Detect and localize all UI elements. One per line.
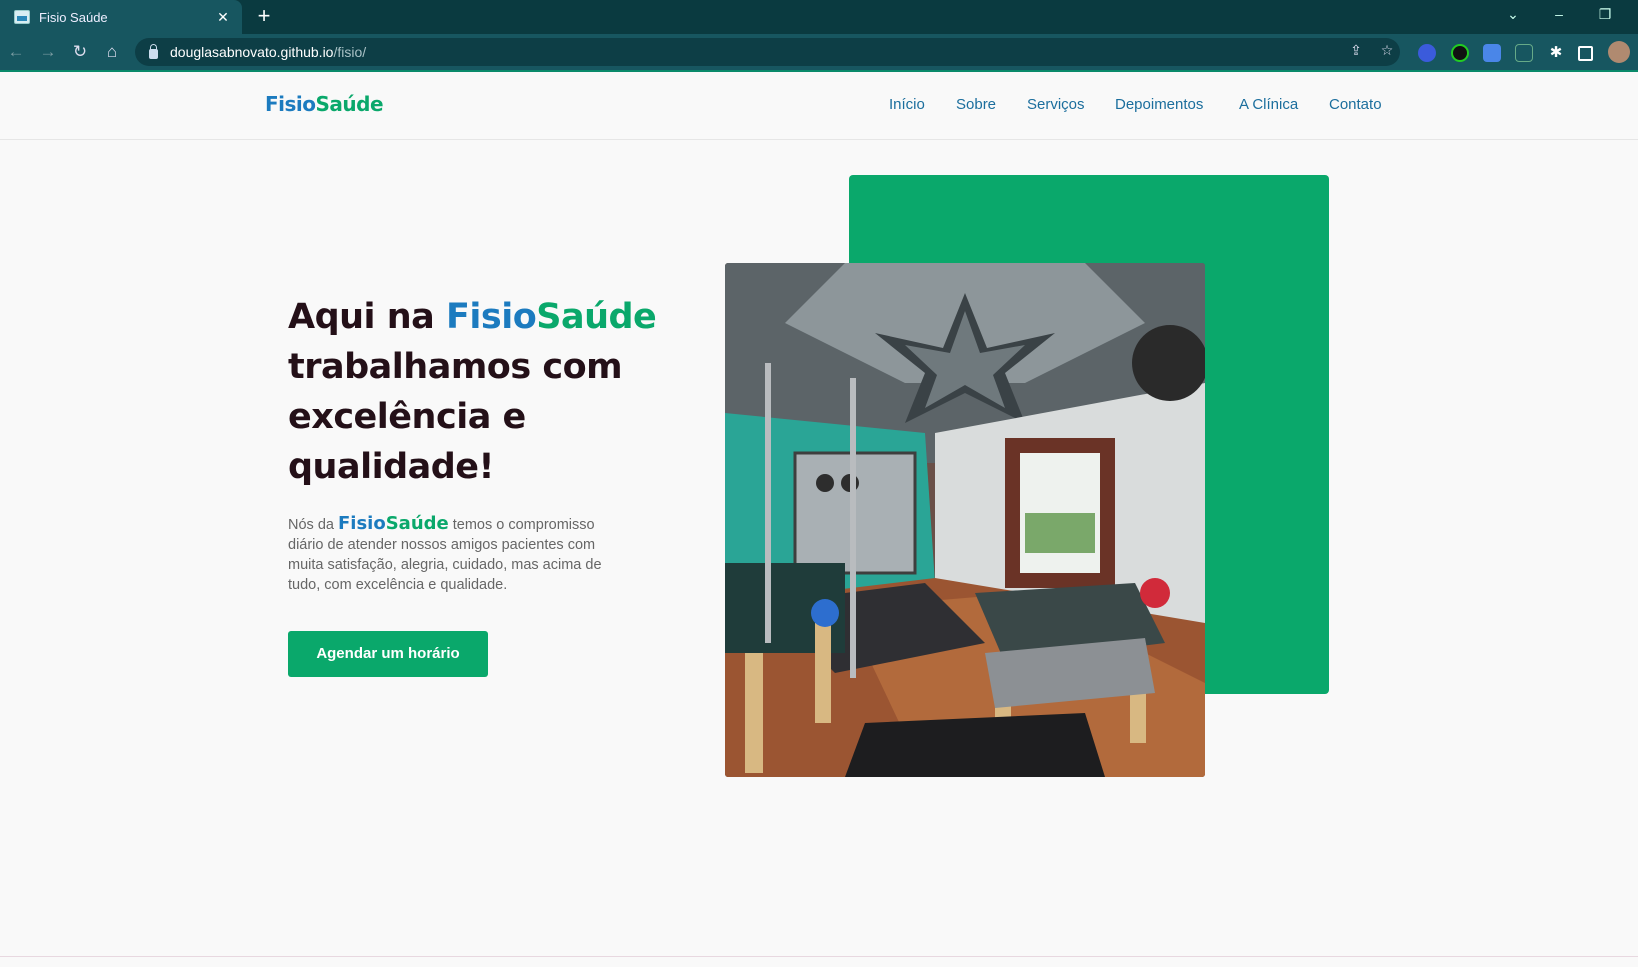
nav-contato[interactable]: Contato	[1329, 96, 1382, 113]
tab-search-icon[interactable]: ⌄	[1503, 6, 1523, 23]
site-favicon-icon	[14, 10, 30, 24]
site-logo[interactable]: FisioSaúde	[265, 92, 384, 116]
clinic-photo	[725, 263, 1205, 777]
browser-tab-bar: Fisio Saúde ✕ + ⌄ – ❐	[0, 0, 1638, 34]
nav-a-clinica[interactable]: A Clínica	[1239, 96, 1298, 113]
browser-toolbar: ← → ↻ ⌂ douglasabnovato.github.io /fisio…	[0, 34, 1638, 70]
extension-brackets-icon[interactable]	[1515, 44, 1533, 62]
address-bar[interactable]: douglasabnovato.github.io /fisio/ ⇪ ☆	[135, 38, 1400, 66]
url-host: douglasabnovato.github.io	[170, 44, 334, 60]
hero-title-prefix: Aqui na	[288, 297, 446, 337]
extension-gear-icon[interactable]	[1418, 44, 1436, 62]
hero-desc-prefix: Nós da	[288, 517, 338, 533]
browser-tab[interactable]: Fisio Saúde ✕	[0, 0, 242, 34]
minimize-icon[interactable]: –	[1549, 6, 1569, 22]
forward-icon[interactable]: →	[37, 42, 59, 62]
bookmark-star-icon[interactable]: ☆	[1377, 42, 1397, 59]
google-translate-icon[interactable]	[1483, 44, 1501, 62]
nav-sobre[interactable]: Sobre	[956, 96, 996, 113]
lock-icon[interactable]	[149, 44, 158, 59]
logo-part1: Fisio	[265, 92, 316, 116]
site-header: FisioSaúde Início Sobre Serviços Depoime…	[0, 72, 1638, 140]
nav-inicio[interactable]: Início	[889, 96, 925, 113]
hero-desc-brand: FisioSaúde	[338, 513, 449, 534]
nav-servicos[interactable]: Serviços	[1027, 96, 1085, 113]
hero-desc-brand2: Saúde	[385, 513, 449, 534]
url-path: /fisio/	[333, 44, 367, 60]
logo-part2: Saúde	[315, 92, 384, 116]
tab-title: Fisio Saúde	[39, 9, 108, 25]
restore-icon[interactable]: ❐	[1595, 6, 1615, 23]
profile-avatar[interactable]	[1608, 41, 1630, 63]
close-tab-icon[interactable]: ✕	[214, 9, 232, 26]
side-panel-icon[interactable]	[1578, 46, 1593, 61]
home-icon[interactable]: ⌂	[101, 42, 123, 62]
section-divider	[0, 956, 1638, 957]
hero-desc-brand1: Fisio	[337, 513, 386, 534]
new-tab-button[interactable]: +	[252, 5, 276, 27]
hero-title-rest: trabalhamos com excelência e qualidade!	[288, 347, 623, 487]
hero-title-brand2: Saúde	[536, 297, 657, 337]
reload-icon[interactable]: ↻	[69, 42, 91, 62]
share-icon[interactable]: ⇪	[1346, 42, 1366, 59]
nav-depoimentos[interactable]: Depoimentos	[1115, 96, 1203, 113]
hero-description: Nós da FisioSaúde temos o compromisso di…	[288, 514, 628, 595]
schedule-appointment-button[interactable]: Agendar um horário	[288, 631, 488, 677]
extension-monitor-icon[interactable]	[1451, 44, 1469, 62]
extensions-puzzle-icon[interactable]: ✱	[1547, 44, 1565, 62]
hero-title-brand1: Fisio	[445, 297, 537, 337]
hero-title: Aqui na FisioSaúde trabalhamos com excel…	[288, 292, 688, 492]
back-icon[interactable]: ←	[5, 42, 27, 62]
